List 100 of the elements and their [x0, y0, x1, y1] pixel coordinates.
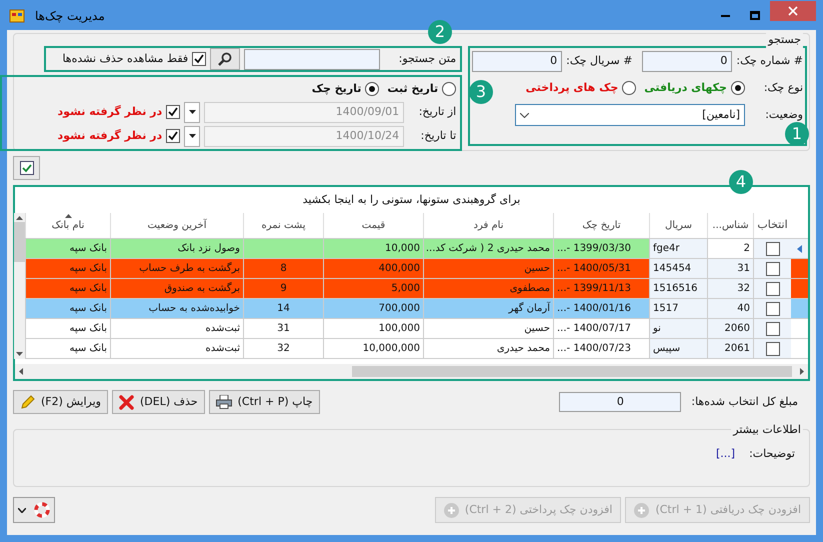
- table-cell: برگشت به طرف حساب: [110, 259, 243, 278]
- caret-down-icon: [188, 134, 196, 138]
- close-button[interactable]: [770, 1, 816, 21]
- chevron-down-icon: [18, 508, 26, 512]
- table-cell: 8: [243, 259, 323, 278]
- field-label: از تاریخ:: [418, 104, 456, 120]
- printer-icon: [216, 395, 232, 409]
- group-title: اطلاعات بیشتر: [731, 422, 803, 438]
- table-cell: 2061: [707, 339, 753, 358]
- caret-down-icon: [188, 110, 196, 114]
- table-cell: بانک سپه: [25, 299, 110, 318]
- field-label: توضیحات:: [749, 446, 795, 462]
- input-field[interactable]: 0: [472, 51, 562, 72]
- search-icon: [218, 52, 232, 66]
- field-label: متن جستجو:: [398, 50, 456, 67]
- table-cell: وصول نزد بانک: [110, 239, 243, 258]
- scroll-up-icon: [16, 216, 23, 220]
- table-cell: مصطفوی: [423, 279, 553, 298]
- table-cell: 1399/11/13 -...: [553, 279, 649, 298]
- checkbox[interactable]: [766, 242, 780, 256]
- pencil-icon: [20, 394, 35, 410]
- checkbox[interactable]: [192, 52, 206, 66]
- edit-button[interactable]: ویرایش (F2): [13, 390, 108, 414]
- current-row-icon: [797, 244, 802, 252]
- field-label: # سریال چک:: [566, 53, 632, 70]
- table-cell: 9: [243, 279, 323, 298]
- chevron-down-icon: [520, 112, 529, 118]
- checklist-icon: [20, 161, 34, 175]
- radio-label: چک های پرداختی: [526, 80, 618, 96]
- radio-button[interactable]: [731, 81, 745, 95]
- table-cell: 40: [707, 299, 753, 318]
- table-cell: 1399/03/30 -...: [553, 239, 649, 258]
- scroll-right-icon: [800, 368, 804, 375]
- row-indicator: [791, 299, 808, 318]
- description-link[interactable]: [...]: [716, 446, 736, 462]
- dropdown-button[interactable]: [184, 102, 200, 122]
- search-button[interactable]: [210, 48, 240, 70]
- table-cell: 700,000: [323, 299, 423, 318]
- table-cell: 10,000: [323, 239, 423, 258]
- table-cell: 1516516: [649, 279, 707, 298]
- checkbox-label: فقط مشاهده حذف نشده‌ها: [62, 50, 188, 67]
- radio-button[interactable]: [622, 81, 636, 95]
- app-icon: [9, 8, 25, 24]
- field-label: نوع چک:: [762, 80, 803, 96]
- table-cell: 1517: [649, 299, 707, 318]
- window-title: مدیریت چک‌ها: [35, 8, 105, 24]
- plus-icon: [634, 502, 650, 518]
- plus-icon: [444, 502, 459, 518]
- exclude-label: در نظر گرفته نشود: [58, 128, 162, 144]
- radio-label: چکهای دریافتی: [644, 80, 727, 96]
- callout-badge: 2: [428, 20, 452, 44]
- table-cell: 14: [243, 299, 323, 318]
- table-cell: بانک سپه: [25, 279, 110, 298]
- table-cell: 1400/01/16 -...: [553, 299, 649, 318]
- field-label: وضعیت:: [764, 106, 803, 123]
- table-cell: نو: [649, 319, 707, 338]
- checkbox[interactable]: [766, 342, 780, 356]
- table-cell: 31: [707, 259, 753, 278]
- table-cell: 1400/05/31 -...: [553, 259, 649, 278]
- table-cell: بانک سپه: [25, 259, 110, 278]
- radio-label: تاریخ چک: [312, 80, 362, 97]
- checkbox[interactable]: [766, 302, 780, 316]
- total-field: 0: [559, 392, 682, 412]
- table-cell: 32: [707, 279, 753, 298]
- print-button[interactable]: چاپ (Ctrl + P): [208, 390, 320, 414]
- radio-button[interactable]: [365, 82, 380, 96]
- row-indicator: [791, 259, 808, 278]
- exclude-label: در نظر گرفته نشود: [58, 104, 162, 120]
- table-cell: fge4r: [649, 239, 707, 258]
- field-label: مبلغ کل انتخاب شده‌ها:: [691, 394, 798, 410]
- lifebuoy-icon: [34, 502, 50, 518]
- table-cell: آرمان گهر: [423, 299, 553, 318]
- x-icon: [119, 394, 134, 410]
- field-label: # شماره چک:: [736, 53, 803, 70]
- delete-button[interactable]: حذف (DEL): [112, 390, 205, 414]
- toolbar-button[interactable]: [13, 156, 40, 180]
- search-field[interactable]: [244, 48, 380, 70]
- radio-button[interactable]: [442, 82, 456, 96]
- table-cell: 145454: [649, 259, 707, 278]
- table-cell: ثبت‌شده: [110, 339, 243, 358]
- vertical-scrollbar[interactable]: [14, 213, 25, 359]
- horizontal-scrollbar[interactable]: [15, 364, 808, 379]
- group-title: جستجو: [766, 32, 803, 48]
- table-cell: حسین: [423, 259, 553, 278]
- checkbox[interactable]: [766, 262, 780, 276]
- field-label: تا تاریخ:: [420, 128, 456, 144]
- scroll-left-icon: [19, 368, 23, 375]
- status-dropdown[interactable]: [نامعین]: [515, 104, 745, 126]
- table-cell: برگشت به صندوق: [110, 279, 243, 298]
- input-field[interactable]: 0: [642, 51, 732, 72]
- dropdown-button[interactable]: [184, 126, 200, 146]
- checkbox[interactable]: [766, 282, 780, 296]
- table-cell: 400,000: [323, 259, 423, 278]
- table-cell: ثبت‌شده: [110, 319, 243, 338]
- table-cell: سپیس: [649, 339, 707, 358]
- row-indicator: [791, 279, 808, 298]
- checkbox[interactable]: [766, 322, 780, 336]
- table-cell: خوابیده‌شده به حساب: [110, 299, 243, 318]
- help-button[interactable]: [13, 497, 55, 523]
- table-cell: بانک سپه: [25, 239, 110, 258]
